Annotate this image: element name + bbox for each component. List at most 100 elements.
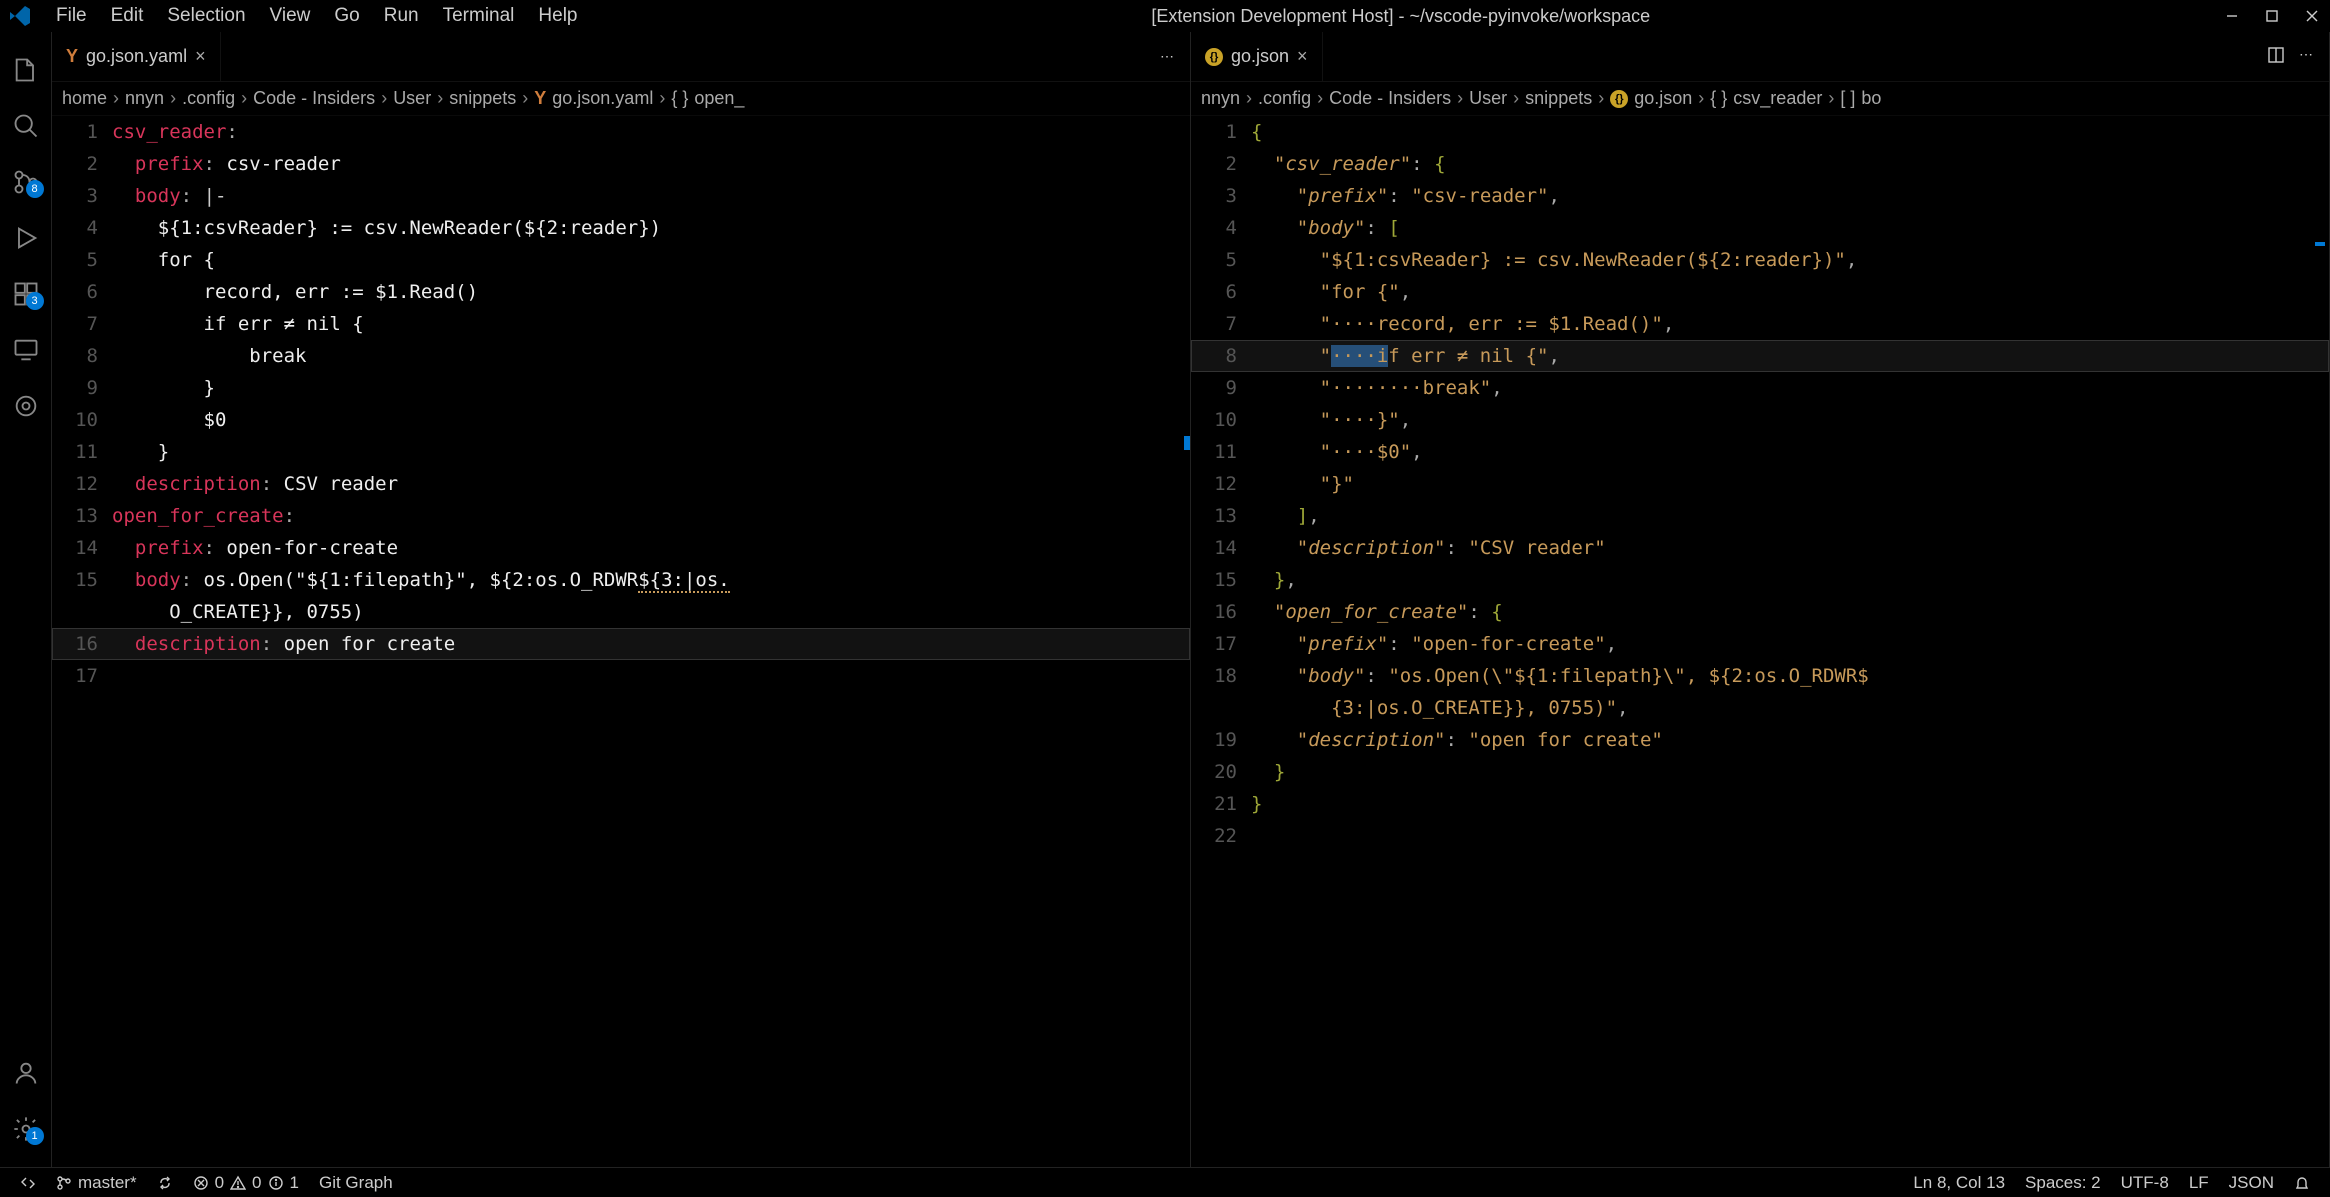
code-content[interactable]: if err ≠ nil { — [112, 308, 1190, 340]
code-content[interactable]: prefix: csv-reader — [112, 148, 1190, 180]
tab-go-json[interactable]: {} go.json × — [1191, 32, 1323, 81]
search-icon[interactable] — [8, 108, 44, 144]
encoding[interactable]: UTF-8 — [2111, 1173, 2179, 1193]
code-editor-left[interactable]: 1csv_reader:2 prefix: csv-reader3 body: … — [52, 116, 1190, 1167]
maximize-button[interactable] — [2262, 6, 2282, 26]
bc-user[interactable]: User — [393, 88, 431, 109]
code-content[interactable]: "····}", — [1251, 404, 2329, 436]
close-icon[interactable]: × — [195, 46, 206, 67]
code-content[interactable]: csv_reader: — [112, 116, 1190, 148]
source-control-icon[interactable]: 8 — [8, 164, 44, 200]
code-content[interactable]: "body": "os.Open(\"${1:filepath}\", ${2:… — [1251, 660, 2329, 724]
code-line[interactable]: 17 "prefix": "open-for-create", — [1191, 628, 2329, 660]
code-content[interactable]: "csv_reader": { — [1251, 148, 2329, 180]
code-content[interactable]: "····if err ≠ nil {", — [1251, 340, 2329, 372]
eol[interactable]: LF — [2179, 1173, 2219, 1193]
code-content[interactable]: $0 — [112, 404, 1190, 436]
extensions-icon[interactable]: 3 — [8, 276, 44, 312]
code-content[interactable]: "for {", — [1251, 276, 2329, 308]
code-content[interactable] — [112, 660, 1190, 692]
code-content[interactable]: { — [1251, 116, 2329, 148]
remote-icon[interactable] — [8, 332, 44, 368]
menu-selection[interactable]: Selection — [155, 3, 257, 29]
code-content[interactable] — [1251, 820, 2329, 852]
code-line[interactable]: 14 "description": "CSV reader" — [1191, 532, 2329, 564]
code-line[interactable]: 5 "${1:csvReader} := csv.NewReader(${2:r… — [1191, 244, 2329, 276]
git-branch[interactable]: master* — [46, 1173, 147, 1193]
remote-indicator[interactable] — [10, 1175, 46, 1191]
git-graph[interactable]: Git Graph — [309, 1173, 403, 1193]
code-content[interactable]: break — [112, 340, 1190, 372]
bc-file[interactable]: go.json.yaml — [552, 88, 653, 109]
bc-home[interactable]: home — [62, 88, 107, 109]
explorer-icon[interactable] — [8, 52, 44, 88]
code-content[interactable]: "open_for_create": { — [1251, 596, 2329, 628]
code-line[interactable]: 3 body: |- — [52, 180, 1190, 212]
code-content[interactable]: "${1:csvReader} := csv.NewReader(${2:rea… — [1251, 244, 2329, 276]
code-content[interactable]: open_for_create: — [112, 500, 1190, 532]
left-breadcrumbs[interactable]: home› nnyn› .config› Code - Insiders› Us… — [52, 82, 1190, 116]
code-line[interactable]: 5 for { — [52, 244, 1190, 276]
code-line[interactable]: 21} — [1191, 788, 2329, 820]
split-editor-icon[interactable] — [2267, 46, 2285, 67]
bc-snippets[interactable]: snippets — [1525, 88, 1592, 109]
code-line[interactable]: 19 "description": "open for create" — [1191, 724, 2329, 756]
code-line[interactable]: 4 "body": [ — [1191, 212, 2329, 244]
target-icon[interactable] — [8, 388, 44, 424]
code-content[interactable]: body: os.Open("${1:filepath}", ${2:os.O_… — [112, 564, 1190, 628]
code-line[interactable]: 16 description: open for create — [52, 628, 1190, 660]
minimize-button[interactable] — [2222, 6, 2242, 26]
run-debug-icon[interactable] — [8, 220, 44, 256]
bc-nnyn[interactable]: nnyn — [125, 88, 164, 109]
code-content[interactable]: } — [1251, 788, 2329, 820]
code-line[interactable]: 17 — [52, 660, 1190, 692]
code-line[interactable]: 14 prefix: open-for-create — [52, 532, 1190, 564]
code-line[interactable]: 10 $0 — [52, 404, 1190, 436]
code-content[interactable]: } — [1251, 756, 2329, 788]
code-line[interactable]: 12 description: CSV reader — [52, 468, 1190, 500]
notifications-icon[interactable] — [2284, 1173, 2320, 1193]
code-line[interactable]: 3 "prefix": "csv-reader", — [1191, 180, 2329, 212]
menu-run[interactable]: Run — [372, 3, 431, 29]
bc-config[interactable]: .config — [1258, 88, 1311, 109]
code-editor-right[interactable]: 1{2 "csv_reader": {3 "prefix": "csv-read… — [1191, 116, 2329, 1167]
code-content[interactable]: "prefix": "open-for-create", — [1251, 628, 2329, 660]
menu-view[interactable]: View — [258, 3, 323, 29]
language-mode[interactable]: JSON — [2219, 1173, 2284, 1193]
more-icon[interactable]: ⋯ — [2299, 46, 2313, 67]
menu-file[interactable]: File — [44, 3, 99, 29]
code-line[interactable]: 7 "····record, err := $1.Read()", — [1191, 308, 2329, 340]
code-content[interactable]: "body": [ — [1251, 212, 2329, 244]
right-breadcrumbs[interactable]: nnyn› .config› Code - Insiders› User› sn… — [1191, 82, 2329, 116]
code-content[interactable]: } — [112, 372, 1190, 404]
close-button[interactable] — [2302, 6, 2322, 26]
code-line[interactable]: 6 "for {", — [1191, 276, 2329, 308]
code-line[interactable]: 7 if err ≠ nil { — [52, 308, 1190, 340]
code-line[interactable]: 10 "····}", — [1191, 404, 2329, 436]
code-line[interactable]: 22 — [1191, 820, 2329, 852]
code-line[interactable]: 9 "········break", — [1191, 372, 2329, 404]
code-content[interactable]: ], — [1251, 500, 2329, 532]
code-content[interactable]: "····$0", — [1251, 436, 2329, 468]
indentation[interactable]: Spaces: 2 — [2015, 1173, 2111, 1193]
code-line[interactable]: 2 prefix: csv-reader — [52, 148, 1190, 180]
code-line[interactable]: 8 break — [52, 340, 1190, 372]
bc-snippets[interactable]: snippets — [449, 88, 516, 109]
accounts-icon[interactable] — [8, 1055, 44, 1091]
code-line[interactable]: 1csv_reader: — [52, 116, 1190, 148]
code-line[interactable]: 12 "}" — [1191, 468, 2329, 500]
code-line[interactable]: 11 } — [52, 436, 1190, 468]
bc-nnyn[interactable]: nnyn — [1201, 88, 1240, 109]
code-content[interactable]: prefix: open-for-create — [112, 532, 1190, 564]
problems[interactable]: 0 0 1 — [183, 1173, 309, 1193]
code-content[interactable]: record, err := $1.Read() — [112, 276, 1190, 308]
code-line[interactable]: 6 record, err := $1.Read() — [52, 276, 1190, 308]
menu-edit[interactable]: Edit — [99, 3, 156, 29]
code-line[interactable]: 15 }, — [1191, 564, 2329, 596]
code-content[interactable]: "prefix": "csv-reader", — [1251, 180, 2329, 212]
close-icon[interactable]: × — [1297, 46, 1308, 67]
code-line[interactable]: 1{ — [1191, 116, 2329, 148]
code-line[interactable]: 16 "open_for_create": { — [1191, 596, 2329, 628]
code-line[interactable]: 15 body: os.Open("${1:filepath}", ${2:os… — [52, 564, 1190, 628]
code-content[interactable]: for { — [112, 244, 1190, 276]
